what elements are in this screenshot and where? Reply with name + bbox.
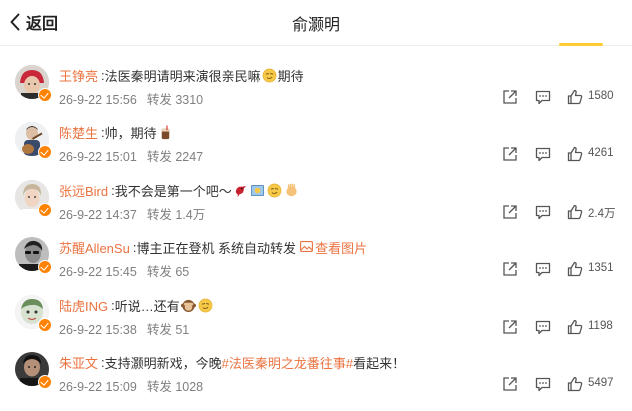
comment-text: 听说…还有 [114,298,180,314]
comment-text: 帅，期待 [104,126,157,142]
action-bar: 5497 [0,375,632,393]
comment-row: 朱亚文: 支持灏明新戏，今晚 #法医秦明之龙番往事# 看起来！ 26-9-22 15… [0,333,632,394]
like-count: 1580 [588,90,614,102]
bird-emoji [233,183,248,198]
drink-emoji [158,125,173,140]
view-picture-link[interactable]: 查看图片 [300,238,367,257]
view-picture-label: 查看图片 [315,241,368,257]
comment-text: 博主正在登机 系统自动转发 [136,241,297,257]
smirk-emoji [198,298,213,313]
user-name[interactable]: 陆虎ING [59,296,108,315]
comment-line: 苏醒AllenSu: 博主正在登机 系统自动转发 查看图片 [59,238,367,257]
comment-list: 王铮亮: 法医秦明请明来演很亲民嘛 期待 26-9-22 15:56 转发 3310 … [0,46,632,394]
comment-text-tail: 期待 [277,69,304,84]
comment-row: 陆虎ING: 听说…还有 26-9-22 15:38 转发 51 1198 [0,276,632,337]
comment-line: 朱亚文: 支持灏明新戏，今晚 #法医秦明之龙番往事# 看起来！ [59,353,405,372]
frame-emoji [250,183,265,198]
comment-row: 陈楚生: 帅，期待 26-9-22 15:01 转发 2247 4261 [0,103,632,164]
comment-line: 陆虎ING: 听说…还有 [59,296,214,315]
comment-text-tail: 看起来！ [353,355,406,371]
picture-icon [300,240,315,255]
comment-line: 张远Bird: 我不会是第一个吧～ [59,181,300,200]
like-count: 4261 [588,147,614,160]
comment-text: 支持灏明新戏，今晚 [104,355,222,371]
comment-line: 陈楚生: 帅，期待 [59,123,174,142]
like-icon[interactable] [566,375,584,393]
user-name[interactable]: 苏醒AllenSu [59,238,130,257]
like-count: 5497 [588,376,614,389]
comment-text: 法医秦明请明来演很亲民嘛 [104,69,261,84]
user-name[interactable]: 张远Bird [59,181,108,200]
like-count: 1351 [588,262,614,275]
topic-link[interactable]: #法医秦明之龙番往事# [222,353,353,372]
comment-icon[interactable] [534,375,552,393]
user-name[interactable]: 陈楚生 [59,123,98,142]
comment-row: 王铮亮: 法医秦明请明来演很亲民嘛 期待 26-9-22 15:56 转发 3310 … [0,46,632,107]
user-name[interactable]: 朱亚文 [59,353,98,372]
comment-row: 苏醒AllenSu: 博主正在登机 系统自动转发 查看图片 26-9-22 15:4… [0,218,632,279]
comment-row: 张远Bird: 我不会是第一个吧～ 26-9-22 14:37 转发 1.4万 2.… [0,161,632,222]
like-count: 1198 [588,319,613,332]
comment-line: 王铮亮: 法医秦明请明来演很亲民嘛 期待 [59,66,304,85]
hands-emoji [284,183,299,198]
share-icon[interactable] [501,375,519,393]
user-name[interactable]: 王铮亮 [59,66,98,85]
smirk-emoji [262,68,277,83]
smirk-emoji [267,183,282,198]
comment-text: 我不会是第一个吧～ [114,183,232,199]
monkey-emoji [180,298,196,313]
top-bar: 返回 俞灏明 [0,0,632,46]
page-title: 俞灏明 [291,17,340,34]
